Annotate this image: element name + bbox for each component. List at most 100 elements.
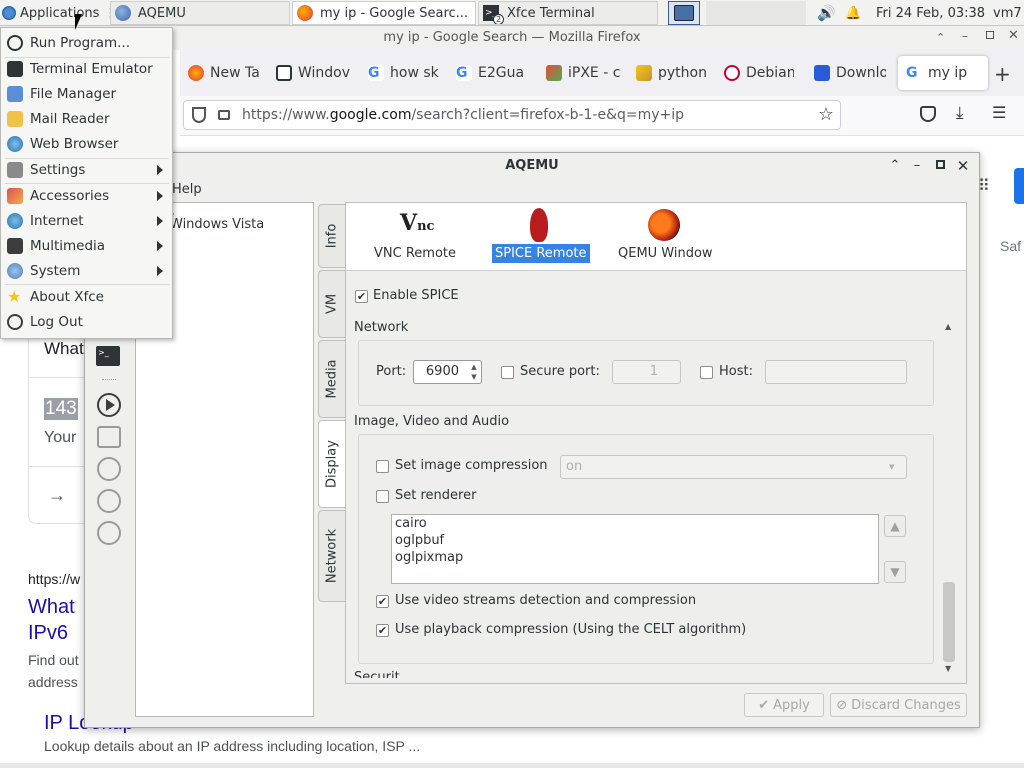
- menu-item-system[interactable]: System: [2, 259, 172, 283]
- tab-info[interactable]: Info: [318, 204, 346, 268]
- host-input[interactable]: [765, 360, 907, 384]
- taskbar-terminal[interactable]: >_ 2 Xfce Terminal: [478, 1, 658, 25]
- menu-item-terminal[interactable]: Terminal Emulator: [2, 57, 172, 81]
- secure-port-spinbox[interactable]: 1: [612, 360, 681, 384]
- image-compression-select[interactable]: on: [560, 455, 907, 479]
- google-icon: G: [906, 65, 922, 81]
- renderer-item[interactable]: oglpbuf: [395, 533, 444, 548]
- scroll-down-icon[interactable]: ▼: [945, 664, 951, 673]
- tab-new-tab[interactable]: New Ta: [188, 56, 266, 90]
- firefox-minimize-icon[interactable]: –: [962, 29, 968, 43]
- aqemu-window-title: AQEMU: [505, 158, 559, 173]
- url-domain: google.com: [329, 107, 412, 123]
- settings-scrollbar[interactable]: ▲ ▼: [941, 318, 957, 676]
- set-renderer-checkbox[interactable]: [376, 490, 389, 503]
- user-label[interactable]: vm7: [993, 1, 1024, 25]
- pause-vm-icon[interactable]: [97, 457, 121, 481]
- menu-item-run-program[interactable]: Run Program...: [2, 31, 172, 55]
- workspace-switcher[interactable]: [668, 1, 700, 25]
- tab-display[interactable]: Display: [318, 420, 346, 508]
- video-streams-checkbox[interactable]: ✔: [376, 595, 389, 608]
- spin-down-icon[interactable]: ▼: [468, 373, 480, 382]
- tab-download[interactable]: Downlo: [814, 56, 886, 90]
- menu-item-log-out[interactable]: Log Out: [2, 310, 172, 334]
- move-down-button[interactable]: ▼: [884, 561, 906, 583]
- hamburger-menu-icon[interactable]: ☰: [992, 103, 1006, 122]
- vm-list-item[interactable]: Windows Vista: [170, 217, 264, 232]
- bookmark-star-icon[interactable]: ☆: [818, 104, 834, 125]
- firefox-maximize-icon[interactable]: [986, 31, 994, 39]
- tab-media[interactable]: Media: [318, 340, 346, 418]
- pocket-icon[interactable]: [920, 106, 936, 122]
- menu-item-mail-reader[interactable]: Mail Reader: [2, 107, 172, 131]
- notification-bell-icon[interactable]: 🔔: [845, 1, 861, 25]
- menu-item-accessories[interactable]: Accessories: [2, 184, 172, 208]
- menu-help[interactable]: Help: [172, 182, 202, 197]
- tab-my-ip[interactable]: Gmy ip: [898, 56, 988, 90]
- url-bar[interactable]: https://www. google.com/search?client=fir…: [183, 100, 841, 130]
- ipxe-icon: [546, 65, 562, 81]
- save-vm-icon[interactable]: [97, 426, 121, 448]
- set-image-compression-checkbox[interactable]: [376, 460, 389, 473]
- apply-button[interactable]: ✔ Apply: [744, 693, 824, 717]
- aqemu-minimize-icon[interactable]: –: [909, 158, 925, 174]
- tab-network[interactable]: Network: [318, 510, 346, 602]
- tab-windows[interactable]: Windov: [276, 56, 350, 90]
- menu-item-internet[interactable]: Internet: [2, 209, 172, 233]
- discard-changes-button[interactable]: ⊘ Discard Changes: [830, 693, 967, 717]
- arrow-right-icon[interactable]: →: [48, 485, 66, 506]
- menu-item-web-browser[interactable]: Web Browser: [2, 132, 172, 156]
- result-title-line1[interactable]: What: [28, 596, 75, 619]
- taskbar-aqemu[interactable]: AQEMU: [110, 1, 290, 25]
- aqemu-collapse-icon[interactable]: ⌃: [887, 158, 903, 174]
- ip-address-fragment: 143: [44, 398, 78, 420]
- move-up-button[interactable]: ▲: [884, 515, 906, 537]
- scroll-up-icon[interactable]: ▲: [945, 322, 951, 331]
- stop-vm-icon[interactable]: [97, 489, 121, 513]
- sign-in-button[interactable]: [1014, 168, 1024, 204]
- applications-menu-button[interactable]: Applications: [2, 1, 102, 25]
- mode-qemu-window[interactable]: QEMU Window: [615, 244, 716, 263]
- scroll-thumb[interactable]: [943, 582, 955, 662]
- tab-debian[interactable]: Debian: [724, 56, 794, 90]
- divider: [28, 466, 88, 467]
- new-tab-button[interactable]: +: [994, 62, 1011, 86]
- folder-icon: [7, 86, 23, 102]
- tab-e2guardian[interactable]: G E2Gua: [456, 56, 532, 90]
- playback-compression-checkbox[interactable]: ✔: [376, 624, 389, 637]
- tab-ipxe[interactable]: iPXE - c: [546, 56, 620, 90]
- volume-icon[interactable]: 🔊: [817, 1, 837, 25]
- port-label: Port:: [376, 364, 407, 379]
- taskbar-firefox[interactable]: my ip - Google Searc...: [292, 1, 476, 25]
- secure-port-checkbox[interactable]: [501, 366, 514, 379]
- console-icon[interactable]: >_: [96, 346, 120, 366]
- menu-item-multimedia[interactable]: Multimedia: [2, 234, 172, 258]
- aqemu-maximize-icon[interactable]: [932, 158, 948, 174]
- aqemu-close-icon[interactable]: ✕: [955, 158, 971, 174]
- mode-spice-remote[interactable]: SPICE Remote: [492, 244, 590, 263]
- renderer-list[interactable]: cairo oglpbuf oglpixmap: [391, 514, 879, 584]
- result-url-fragment[interactable]: https://w: [28, 571, 80, 587]
- menu-item-file-manager[interactable]: File Manager: [2, 82, 172, 106]
- reset-vm-icon[interactable]: [97, 521, 121, 545]
- star-icon: ★: [7, 287, 22, 306]
- tab-python[interactable]: python: [636, 56, 706, 90]
- renderer-item[interactable]: cairo: [395, 516, 427, 531]
- download-icon[interactable]: ⤓: [956, 103, 964, 123]
- clock[interactable]: Fri 24 Feb, 03:38: [876, 1, 988, 25]
- menu-item-label: Terminal Emulator: [30, 61, 153, 77]
- spin-up-icon[interactable]: ▲: [468, 363, 480, 372]
- menu-item-about-xfce[interactable]: ★ About Xfce: [2, 285, 172, 309]
- menu-item-settings[interactable]: Settings: [2, 158, 172, 182]
- menu-item-label: Mail Reader: [30, 111, 110, 127]
- result-title-line2[interactable]: IPv6: [28, 622, 68, 645]
- firefox-close-icon[interactable]: ✕: [1008, 28, 1019, 43]
- tab-vm[interactable]: VM: [318, 270, 346, 338]
- host-checkbox[interactable]: [700, 366, 713, 379]
- enable-spice-checkbox[interactable]: ✔: [355, 290, 368, 303]
- tab-how-sk[interactable]: Ghow sk: [368, 56, 440, 90]
- firefox-collapse-icon[interactable]: ⌃: [936, 31, 945, 44]
- start-vm-icon[interactable]: [97, 393, 121, 417]
- mode-vnc-remote[interactable]: VNC Remote: [371, 244, 459, 263]
- renderer-item[interactable]: oglpixmap: [395, 550, 463, 565]
